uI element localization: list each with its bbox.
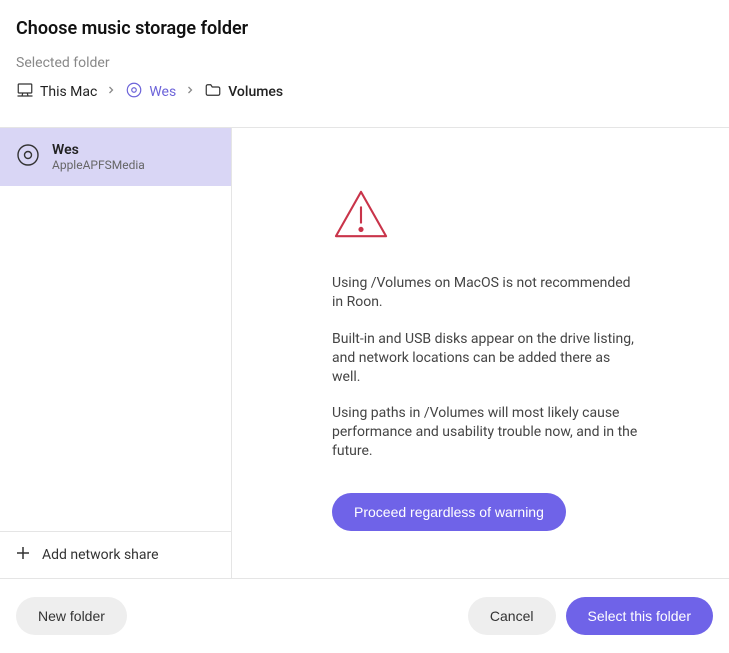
selected-folder-label: Selected folder <box>16 55 713 71</box>
breadcrumb-wes[interactable]: Wes <box>125 81 176 103</box>
sidebar: Wes AppleAPFSMedia Add network share <box>0 128 232 578</box>
proceed-button[interactable]: Proceed regardless of warning <box>332 493 566 531</box>
computer-icon <box>16 81 34 103</box>
disk-icon <box>16 143 40 171</box>
breadcrumb: This Mac Wes Volumes <box>16 81 713 117</box>
select-folder-button[interactable]: Select this folder <box>566 597 714 635</box>
dialog-title: Choose music storage folder <box>16 18 713 39</box>
add-network-share-label: Add network share <box>42 547 159 563</box>
breadcrumb-this-mac[interactable]: This Mac <box>16 81 97 103</box>
warning-paragraph-2: Built-in and USB disks appear on the dri… <box>332 330 642 387</box>
chevron-right-icon <box>184 84 196 100</box>
breadcrumb-label: Wes <box>149 84 176 100</box>
breadcrumb-label: This Mac <box>40 84 97 100</box>
drive-subtitle: AppleAPFSMedia <box>52 158 145 172</box>
chevron-right-icon <box>105 84 117 100</box>
content-pane: Using /Volumes on MacOS is not recommend… <box>232 128 729 578</box>
drive-item-wes[interactable]: Wes AppleAPFSMedia <box>0 128 231 186</box>
new-folder-button[interactable]: New folder <box>16 597 127 635</box>
breadcrumb-label: Volumes <box>228 84 283 100</box>
warning-paragraph-1: Using /Volumes on MacOS is not recommend… <box>332 274 642 312</box>
drive-name: Wes <box>52 142 145 158</box>
add-network-share[interactable]: Add network share <box>0 531 231 578</box>
plus-icon <box>14 544 32 566</box>
warning-paragraph-3: Using paths in /Volumes will most likely… <box>332 404 642 461</box>
disk-icon <box>125 81 143 103</box>
warning-icon <box>332 188 679 244</box>
breadcrumb-volumes: Volumes <box>204 81 283 103</box>
cancel-button[interactable]: Cancel <box>468 597 556 635</box>
folder-icon <box>204 81 222 103</box>
